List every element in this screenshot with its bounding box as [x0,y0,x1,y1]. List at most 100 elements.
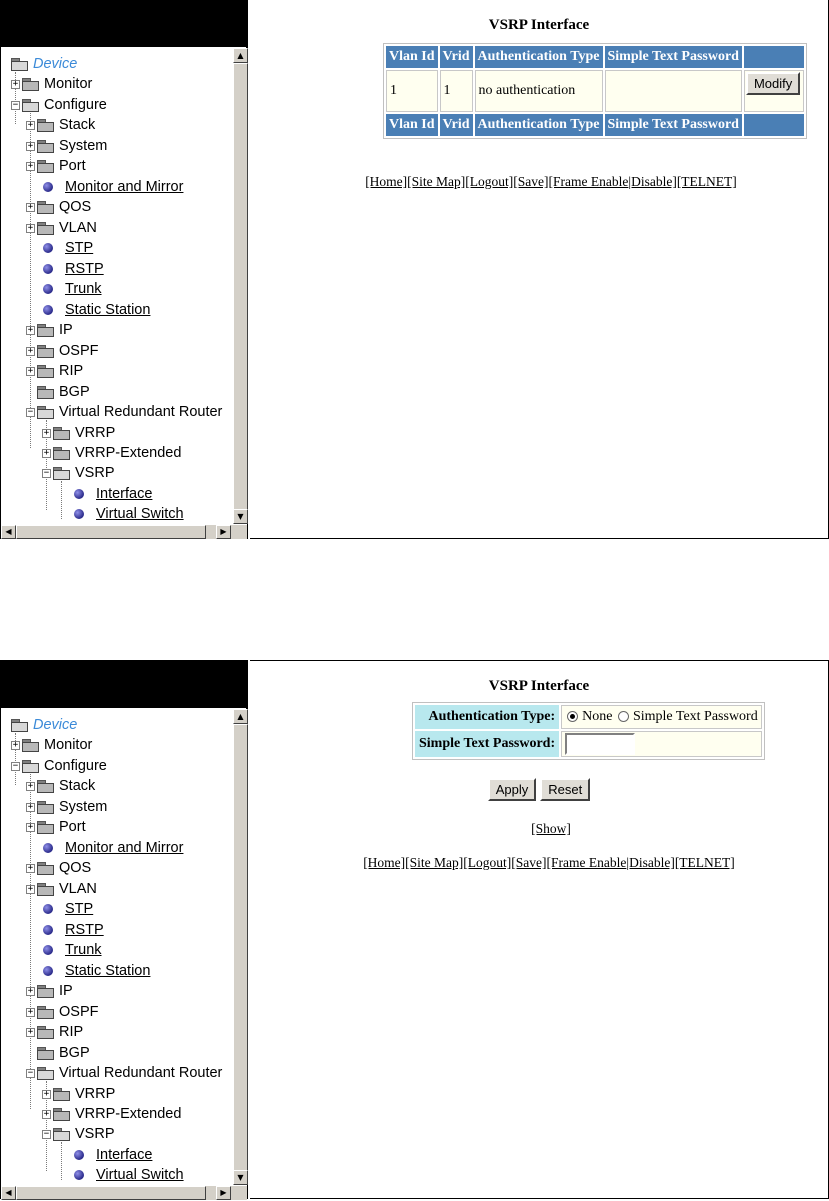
password-input[interactable] [565,733,636,755]
tree-item-qos[interactable]: + QOS [26,197,91,217]
tree-item-vlan[interactable]: + VLAN [26,218,97,238]
plus-expander-icon[interactable]: + [26,120,35,130]
telnet-link[interactable]: [TELNET] [675,855,735,870]
tree-item-rstp[interactable]: RSTP [26,259,104,279]
scroll-thumb[interactable] [233,724,248,1172]
plus-expander-icon[interactable]: + [26,366,35,376]
tree-item-trunk[interactable]: Trunk [26,279,102,299]
plus-expander-icon[interactable]: + [26,161,35,171]
tree-item-port[interactable]: + Port [26,156,86,176]
plus-expander-icon[interactable]: + [42,1089,51,1099]
tree-item-static-station[interactable]: Static Station [26,961,150,981]
tree-item-ospf[interactable]: + OSPF [26,1002,98,1022]
tree-item-interface[interactable]: Interface [57,1145,152,1165]
plus-expander-icon[interactable]: + [26,141,35,151]
tree-item-stack[interactable]: + Stack [26,776,95,796]
vertical-scrollbar[interactable]: ▲ ▼ [232,709,248,1185]
plus-expander-icon[interactable]: + [26,202,35,212]
minus-expander-icon[interactable]: − [26,1068,35,1078]
tree-item-stack[interactable]: + Stack [26,115,95,135]
save-link[interactable]: [Save] [513,174,548,189]
vertical-scrollbar[interactable]: ▲ ▼ [232,48,248,524]
plus-expander-icon[interactable]: + [26,1007,35,1017]
tree-item-stp[interactable]: STP [26,238,93,258]
tree-item-interface[interactable]: Interface [57,484,152,504]
tree-item-virtual-redundant-router[interactable]: − Virtual Redundant Router [26,402,222,422]
frame-enable-link[interactable]: [Frame Enable [547,855,627,870]
save-link[interactable]: [Save] [511,855,546,870]
tree-item-vlan[interactable]: + VLAN [26,879,97,899]
reset-button[interactable]: Reset [540,778,591,801]
horizontal-scrollbar[interactable]: ◀ ▶ [1,1185,247,1200]
minus-expander-icon[interactable]: − [11,761,20,771]
plus-expander-icon[interactable]: + [42,1109,51,1119]
tree-item-ip[interactable]: + IP [26,981,73,1001]
plus-expander-icon[interactable]: + [42,448,51,458]
site-map-link[interactable]: [Site Map] [405,855,463,870]
tree-item-port[interactable]: + Port [26,817,86,837]
tree-item-bgp[interactable]: BGP [26,1043,90,1063]
plus-expander-icon[interactable]: + [26,781,35,791]
plus-expander-icon[interactable]: + [26,1027,35,1037]
plus-expander-icon[interactable]: + [26,863,35,873]
scroll-up-icon[interactable]: ▲ [233,48,248,63]
tree-item-virtual-switch[interactable]: Virtual Switch [57,1165,184,1185]
disable-link[interactable]: |Disable] [628,174,676,189]
tree-item-monitor[interactable]: + Monitor [11,74,92,94]
tree-item-ospf[interactable]: + OSPF [26,341,98,361]
logout-link[interactable]: [Logout] [465,174,513,189]
site-map-link[interactable]: [Site Map] [407,174,465,189]
tree-item-configure[interactable]: − Configure [11,756,107,776]
tree-item-device[interactable]: Device [11,715,77,735]
tree-item-vrrp[interactable]: + VRRP [42,423,115,443]
radio-simple-text[interactable] [617,711,629,723]
tree-item-trunk[interactable]: Trunk [26,940,102,960]
scroll-down-icon[interactable]: ▼ [233,1170,248,1185]
radio-none[interactable] [567,711,579,723]
plus-expander-icon[interactable]: + [26,986,35,996]
tree-item-stp[interactable]: STP [26,899,93,919]
plus-expander-icon[interactable]: + [26,802,35,812]
plus-expander-icon[interactable]: + [26,223,35,233]
scroll-left-icon[interactable]: ◀ [1,1186,16,1200]
modify-button[interactable]: Modify [745,72,801,95]
tree-item-qos[interactable]: + QOS [26,858,91,878]
tree-item-virtual-redundant-router[interactable]: − Virtual Redundant Router [26,1063,222,1083]
minus-expander-icon[interactable]: − [11,100,20,110]
tree-item-monitor-and-mirror[interactable]: Monitor and Mirror [26,177,183,197]
tree-item-configure[interactable]: − Configure [11,95,107,115]
tree-item-rip[interactable]: + RIP [26,361,83,381]
scroll-down-icon[interactable]: ▼ [233,509,248,524]
tree-item-system[interactable]: + System [26,136,107,156]
plus-expander-icon[interactable]: + [26,884,35,894]
plus-expander-icon[interactable]: + [26,822,35,832]
frame-enable-link[interactable]: [Frame Enable [549,174,629,189]
tree-item-vrrp-extended[interactable]: + VRRP-Extended [42,1104,181,1124]
scroll-thumb-horizontal[interactable] [16,525,206,539]
apply-button[interactable]: Apply [487,778,537,801]
plus-expander-icon[interactable]: + [26,325,35,335]
tree-item-rstp[interactable]: RSTP [26,920,104,940]
tree-item-static-station[interactable]: Static Station [26,300,150,320]
scroll-right-icon[interactable]: ▶ [216,1186,231,1200]
scroll-right-icon[interactable]: ▶ [216,525,231,539]
tree-item-vsrp[interactable]: − VSRP [42,463,115,483]
tree-item-monitor[interactable]: + Monitor [11,735,92,755]
horizontal-scrollbar[interactable]: ◀ ▶ [1,524,247,539]
home-link[interactable]: [Home] [365,174,407,189]
tree-item-ip[interactable]: + IP [26,320,73,340]
tree-item-vsrp[interactable]: − VSRP [42,1124,115,1144]
plus-expander-icon[interactable]: + [42,428,51,438]
scroll-thumb-horizontal[interactable] [16,1186,206,1200]
scroll-thumb[interactable] [233,63,248,511]
minus-expander-icon[interactable]: − [42,1129,51,1139]
minus-expander-icon[interactable]: − [26,407,35,417]
tree-item-monitor-and-mirror[interactable]: Monitor and Mirror [26,838,183,858]
logout-link[interactable]: [Logout] [463,855,511,870]
disable-link[interactable]: |Disable] [626,855,674,870]
home-link[interactable]: [Home] [363,855,405,870]
minus-expander-icon[interactable]: − [42,468,51,478]
plus-expander-icon[interactable]: + [11,740,20,750]
plus-expander-icon[interactable]: + [26,346,35,356]
scroll-up-icon[interactable]: ▲ [233,709,248,724]
